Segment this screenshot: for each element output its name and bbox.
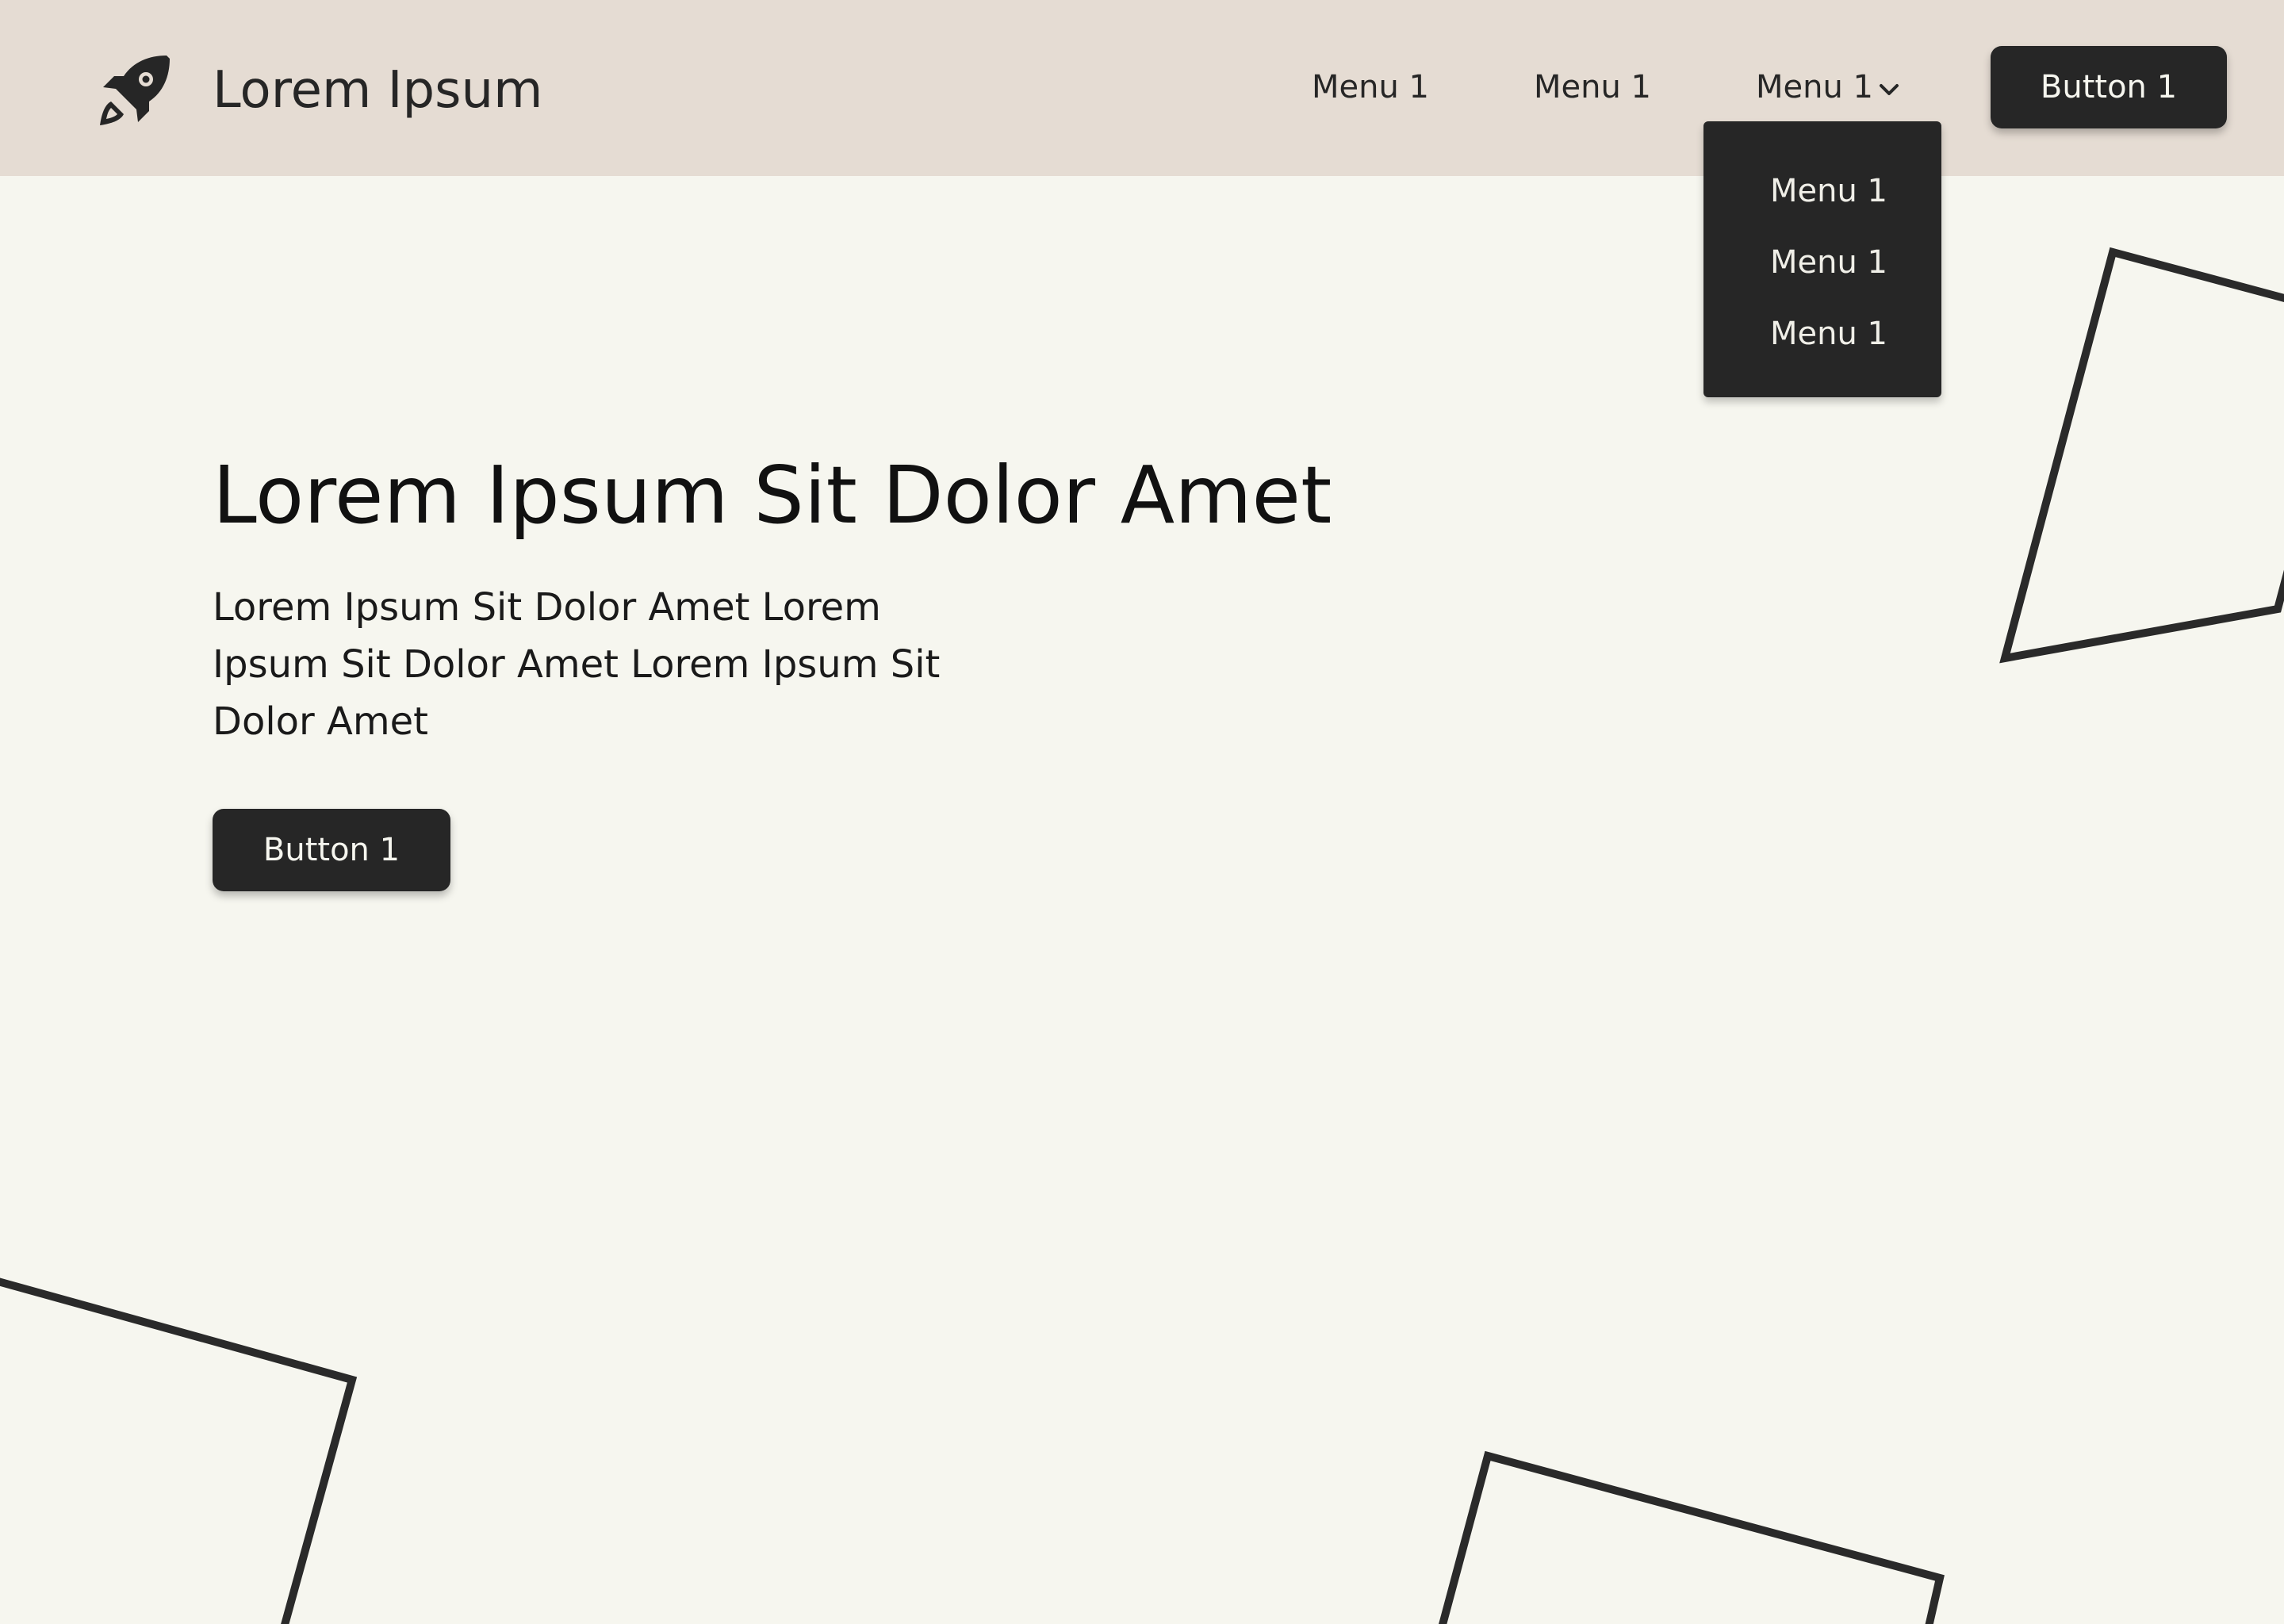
header-bar: Lorem Ipsum Menu 1 Menu 1 Menu 1 Button … — [0, 0, 2284, 176]
header-cta-button[interactable]: Button 1 — [1991, 46, 2227, 128]
hero-cta-button[interactable]: Button 1 — [213, 809, 450, 891]
decorative-square-top-right — [1999, 247, 2284, 664]
nav-menu-3-dropdown-toggle[interactable]: Menu 1 — [1756, 65, 1873, 109]
dropdown-item[interactable]: Menu 1 — [1770, 169, 1887, 213]
nav-dropdown-menu: Menu 1 Menu 1 Menu 1 — [1703, 121, 1941, 397]
nav-menu-2[interactable]: Menu 1 — [1534, 65, 1651, 109]
dropdown-item[interactable]: Menu 1 — [1770, 312, 1887, 356]
landing-page: Lorem Ipsum Menu 1 Menu 1 Menu 1 Button … — [0, 0, 2284, 1624]
nav-menu-1[interactable]: Menu 1 — [1312, 65, 1429, 109]
hero-description: Lorem Ipsum Sit Dolor Amet Lorem Ipsum S… — [213, 585, 941, 744]
brand-name[interactable]: Lorem Ipsum — [213, 57, 542, 124]
dropdown-item[interactable]: Menu 1 — [1770, 240, 1887, 285]
decorative-square-bottom-left — [0, 1277, 358, 1624]
decorative-square-bottom-center — [1439, 1450, 1945, 1624]
hero-title: Lorem Ipsum Sit Dolor Amet — [213, 449, 1332, 542]
chevron-down-icon[interactable] — [1878, 79, 1900, 102]
rocket-icon[interactable] — [97, 52, 173, 128]
